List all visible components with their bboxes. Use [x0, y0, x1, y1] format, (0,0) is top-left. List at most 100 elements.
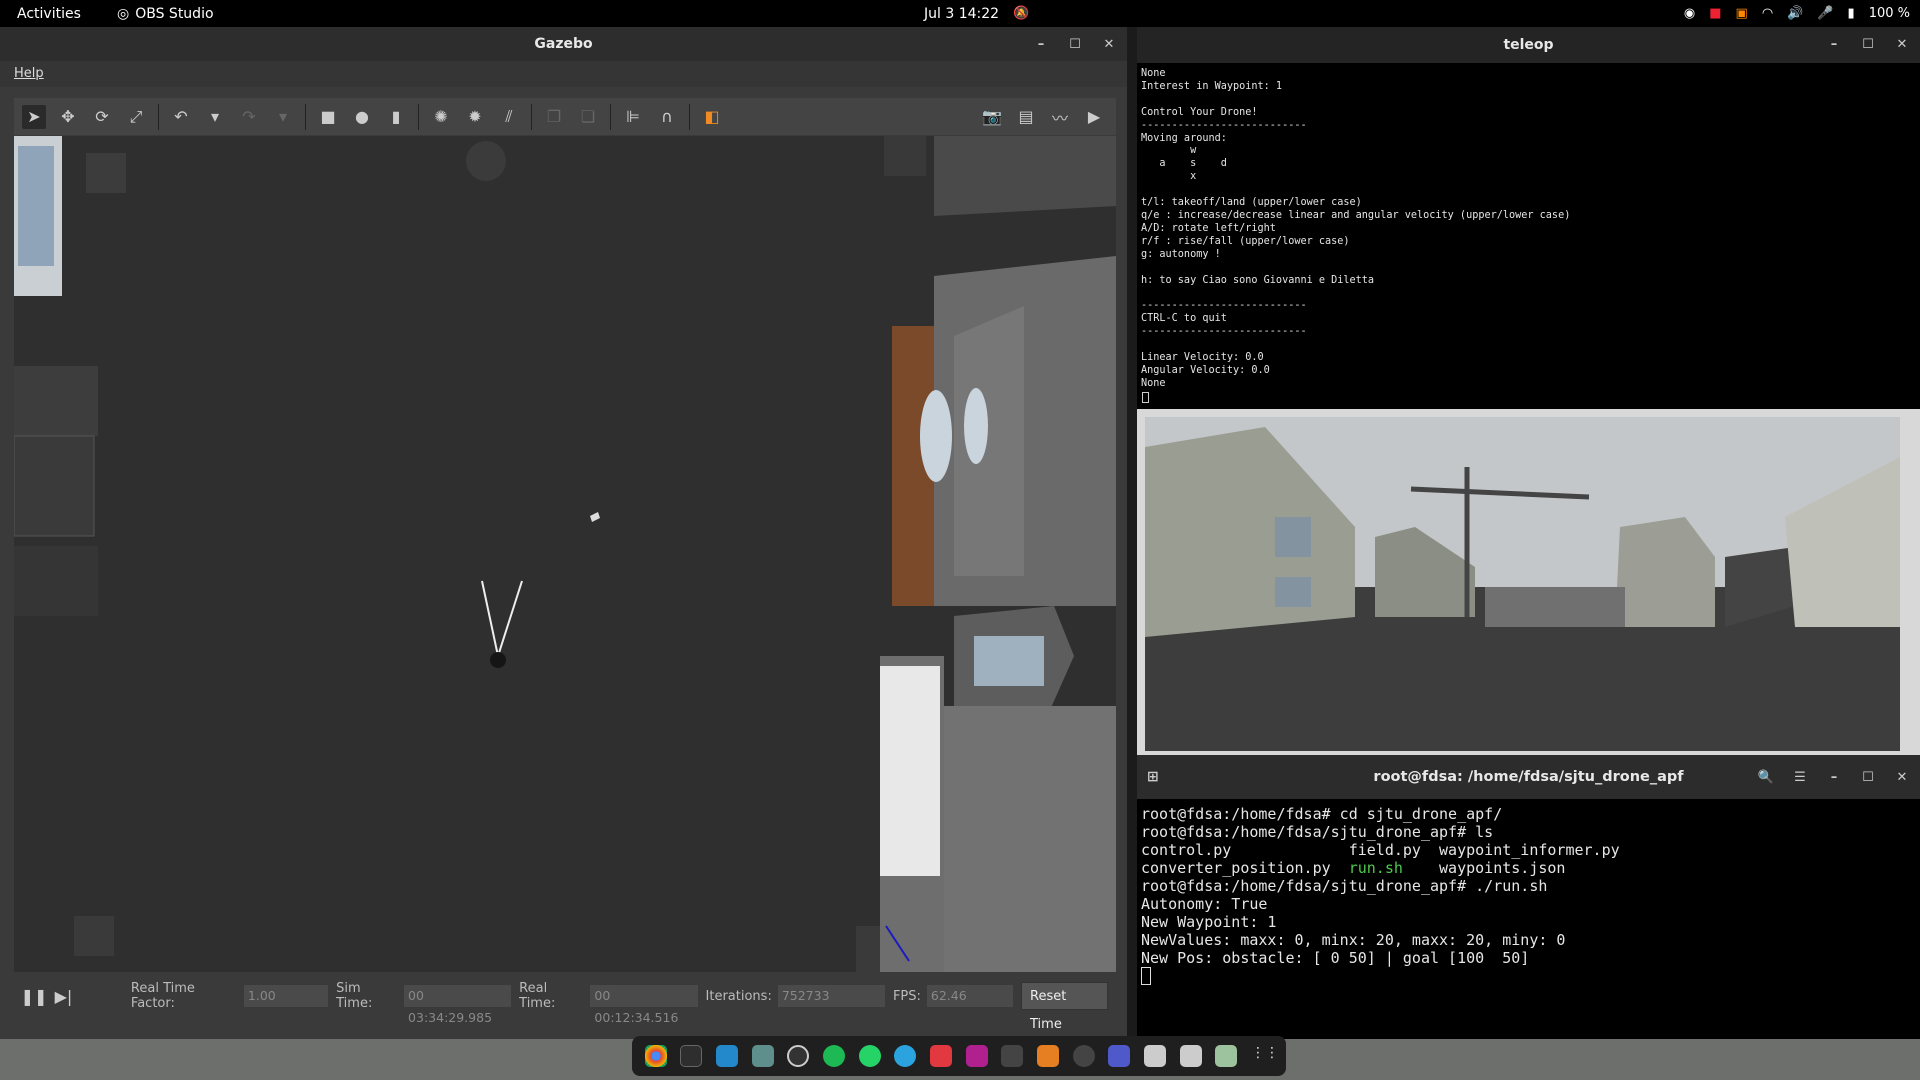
select-mode-icon[interactable]: ➤ [22, 104, 46, 129]
minimize-button[interactable]: – [1031, 37, 1051, 52]
teams-icon[interactable] [1108, 1045, 1131, 1067]
clock[interactable]: Jul 3 14:22 [924, 6, 999, 22]
minimize-button[interactable]: – [1824, 37, 1844, 52]
screenshot-icon[interactable]: 📷 [980, 105, 1004, 129]
vscode-icon[interactable] [716, 1045, 739, 1067]
toolbar-divider [531, 103, 532, 130]
obs-dock-icon[interactable] [787, 1045, 810, 1067]
minimize-button[interactable]: – [1824, 770, 1844, 785]
menu-help[interactable]: Help [14, 66, 44, 81]
close-button[interactable]: ✕ [1892, 37, 1912, 52]
sim-time-value: 00 03:34:29.985 [404, 985, 512, 1025]
mic-icon[interactable]: 🎤 [1817, 6, 1833, 21]
terminal-line: root@fdsa:/home/fdsa/sjtu_drone_apf# ls [1141, 823, 1494, 841]
activities-button[interactable]: Activities [17, 6, 81, 22]
gazebo-window: Gazebo – ☐ ✕ Help ➤ ✥ ⟳ ⤢ ↶ ▾ ↷ ▾ ■ ● ▮ … [0, 27, 1127, 1039]
window-title: Gazebo [534, 36, 593, 52]
log-icon[interactable]: ▤ [1014, 105, 1038, 129]
spot-light-icon[interactable]: ✹ [463, 105, 487, 129]
scale-mode-icon[interactable]: ⤢ [124, 105, 148, 129]
app-grid-icon[interactable]: ⋮⋮ [1251, 1045, 1279, 1067]
terminal-output[interactable]: root@fdsa:/home/fdsa# cd sjtu_drone_apf/… [1141, 805, 1620, 985]
undo-history-icon[interactable]: ▾ [203, 105, 227, 129]
terminal-line [1141, 967, 1620, 985]
step-icon[interactable]: ▶| [52, 984, 75, 1008]
close-button[interactable]: ✕ [1099, 37, 1119, 52]
typora-icon[interactable] [965, 1045, 988, 1067]
snap-icon[interactable]: ∩ [655, 105, 679, 129]
maximize-button[interactable]: ☐ [1858, 37, 1878, 52]
undo-icon[interactable]: ↶ [169, 105, 193, 129]
document-icon[interactable] [1144, 1045, 1167, 1067]
terminal-window: ⊞ root@fdsa: /home/fdsa/sjtu_drone_apf 🔍… [1137, 755, 1920, 1055]
system-tray[interactable]: ◉ ■ ▣ ◠ 🔊 🎤 ▮ 100 % [1684, 6, 1910, 21]
search-icon[interactable]: 🔍 [1756, 770, 1776, 785]
camera-window [1137, 409, 1920, 755]
new-tab-icon[interactable]: ⊞ [1147, 769, 1159, 785]
cylinder-shape-icon[interactable]: ▮ [384, 105, 408, 129]
obs-tray-icon[interactable]: ◉ [1684, 6, 1695, 21]
directional-light-icon[interactable]: ⫽ [497, 105, 521, 129]
document-icon[interactable] [1179, 1045, 1202, 1067]
toolbar-divider [610, 103, 611, 130]
layers-icon[interactable] [1037, 1045, 1060, 1067]
whatsapp-icon[interactable] [858, 1045, 881, 1067]
executable-file-name: run.sh [1348, 859, 1403, 877]
iterations-label: Iterations: [705, 988, 772, 1004]
close-button[interactable]: ✕ [1892, 770, 1912, 785]
paste-icon[interactable]: ❏ [576, 105, 600, 129]
record-tray-icon[interactable]: ■ [1709, 6, 1721, 21]
teleop-titlebar[interactable]: teleop – ☐ ✕ [1137, 27, 1920, 63]
video-record-icon[interactable]: ▶ [1082, 105, 1106, 129]
gazebo-titlebar[interactable]: Gazebo – ☐ ✕ [0, 27, 1127, 61]
hamburger-menu-icon[interactable]: ☰ [1790, 770, 1810, 785]
focused-app-label: OBS Studio [135, 5, 214, 22]
chrome-icon[interactable] [644, 1045, 667, 1067]
spotify-icon[interactable] [823, 1045, 846, 1067]
recorder-icon[interactable] [930, 1045, 953, 1067]
terminal-titlebar[interactable]: ⊞ root@fdsa: /home/fdsa/sjtu_drone_apf 🔍… [1137, 755, 1920, 799]
toolbar-divider [305, 103, 306, 130]
trash-icon[interactable] [1215, 1045, 1238, 1067]
view-angle-icon[interactable]: ◧ [700, 105, 724, 129]
terminal-line: NewValues: maxx: 0, minx: 20, maxx: 20, … [1141, 931, 1566, 949]
screen-share-icon[interactable]: ▣ [1736, 6, 1748, 21]
3d-viewport[interactable] [14, 136, 1116, 972]
top-bar: Activities ◎ OBS Studio Jul 3 14:22 🔕 ◉ … [0, 0, 1920, 27]
terminal-app-icon[interactable] [680, 1045, 703, 1067]
maximize-button[interactable]: ☐ [1065, 37, 1085, 52]
translate-mode-icon[interactable]: ✥ [56, 105, 80, 129]
drone-model [490, 652, 506, 668]
telegram-icon[interactable] [894, 1045, 917, 1067]
gazebo-dock-icon[interactable] [1072, 1045, 1095, 1067]
battery-icon[interactable]: ▮ [1848, 6, 1855, 21]
maximize-button[interactable]: ☐ [1858, 770, 1878, 785]
files-icon[interactable] [751, 1045, 774, 1067]
terminal-line: root@fdsa:/home/fdsa# cd sjtu_drone_apf/ [1141, 805, 1503, 823]
copy-icon[interactable]: ❐ [542, 105, 566, 129]
sphere-shape-icon[interactable]: ● [350, 105, 374, 129]
window-title: root@fdsa: /home/fdsa/sjtu_drone_apf [1373, 769, 1684, 785]
teleop-window: teleop – ☐ ✕ None Interest in Waypoint: … [1137, 27, 1920, 409]
real-time-value: 00 00:12:34.516 [590, 985, 698, 1025]
redo-icon[interactable]: ↷ [237, 105, 261, 129]
menu-bar: Help [0, 61, 1127, 87]
box-shape-icon[interactable]: ■ [316, 105, 340, 129]
reset-time-button[interactable]: Reset Time [1021, 982, 1108, 1032]
teleop-output: None Interest in Waypoint: 1 Control You… [1141, 68, 1571, 389]
redo-history-icon[interactable]: ▾ [271, 105, 295, 129]
rotate-mode-icon[interactable]: ⟳ [90, 105, 114, 129]
volume-icon[interactable]: 🔊 [1787, 6, 1803, 21]
focused-app-menu[interactable]: ◎ OBS Studio [117, 6, 214, 22]
pause-icon[interactable]: ❚❚ [21, 984, 48, 1008]
plot-icon[interactable]: 〰 [1048, 105, 1072, 129]
align-icon[interactable]: ⊫ [621, 105, 645, 129]
point-light-icon[interactable]: ✺ [429, 105, 453, 129]
gazebo-toolbar: ➤ ✥ ⟳ ⤢ ↶ ▾ ↷ ▾ ■ ● ▮ ✺ ✹ ⫽ ❐ ❏ ⊫ ∩ ◧ 📷 … [14, 98, 1116, 135]
wifi-icon[interactable]: ◠ [1762, 6, 1773, 21]
terminal-cursor [1142, 392, 1149, 403]
notification-muted-icon: 🔕 [1013, 6, 1030, 21]
file-name: converter_position.py [1141, 859, 1349, 877]
fps-value: 62.46 [926, 985, 1013, 1007]
rviz-icon[interactable] [1001, 1045, 1024, 1067]
